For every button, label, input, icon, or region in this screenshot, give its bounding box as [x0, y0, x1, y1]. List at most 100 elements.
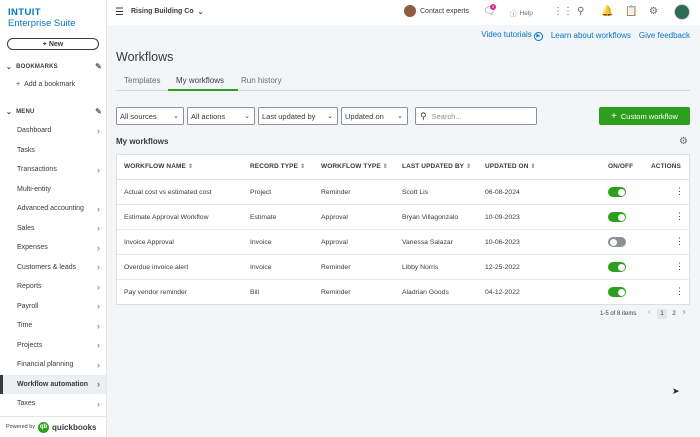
workflow-toggle[interactable]	[608, 212, 626, 222]
sidebar-item-label: Time	[17, 322, 33, 329]
col-workflow-name[interactable]: WORKFLOW NAME ⇕	[124, 163, 193, 170]
bookmarks-header[interactable]: ⌄ BOOKMARKS ✎	[6, 62, 102, 71]
play-icon: ▶	[533, 32, 543, 41]
cell-updated-on: 12-25-2022	[485, 264, 520, 271]
col-label: RECORD TYPE	[250, 163, 299, 170]
col-label: WORKFLOW NAME	[124, 163, 186, 170]
col-last-updated-by[interactable]: LAST UPDATED BY ⇕	[402, 163, 471, 170]
menu-header[interactable]: ⌄ MENU ✎	[6, 107, 102, 116]
sidebar-item-tasks[interactable]: Tasks	[0, 141, 106, 160]
sidebar-item-label: Payroll	[17, 302, 39, 310]
contact-experts-button[interactable]: Contact experts	[404, 5, 469, 17]
sidebar-item-taxes[interactable]: Taxes ›	[0, 394, 106, 413]
sidebar-item-advanced-accounting[interactable]: Advanced accounting ›	[0, 199, 106, 218]
col-workflow-type[interactable]: WORKFLOW TYPE ⇕	[321, 163, 388, 170]
help-icon: ⓘ	[510, 11, 517, 18]
search-input[interactable]	[431, 111, 527, 121]
video-tutorials-label: Video tutorials	[481, 30, 532, 39]
filter-sources-value: All sources	[120, 111, 157, 121]
menu-icon[interactable]: ☰	[115, 7, 124, 18]
search-icon[interactable]: ⚲	[577, 6, 584, 17]
sort-icon: ⇕	[300, 164, 306, 170]
sidebar-item-workflow-automation[interactable]: Workflow automation ›	[0, 374, 106, 394]
workflow-toggle[interactable]	[608, 187, 626, 197]
kebab-icon[interactable]: ⋮	[675, 286, 684, 297]
cell-updated-on: 10-09-2023	[485, 214, 520, 221]
sidebar-item-label: Financial planning	[17, 361, 74, 368]
custom-workflow-button[interactable]: + Custom workflow	[599, 107, 690, 125]
tab-run-history[interactable]: Run history	[241, 76, 281, 85]
table-row[interactable]: Actual cost vs estimated cost Project Remi…	[117, 180, 689, 205]
workflow-toggle[interactable]	[608, 237, 626, 247]
kebab-icon[interactable]: ⋮	[675, 211, 684, 222]
workflow-toggle[interactable]	[608, 287, 626, 297]
company-name: Rising Building Co	[131, 8, 194, 15]
gear-icon[interactable]: ⚙	[649, 6, 658, 17]
powered-by: Powered by qb quickbooks	[0, 416, 106, 437]
plus-icon: +	[611, 110, 617, 122]
add-bookmark-label: Add a bookmark	[24, 81, 76, 88]
sort-icon: ⇕	[382, 164, 388, 170]
new-button[interactable]: + New	[7, 38, 99, 50]
table-row[interactable]: Invoice Approval Invoice Approval Vanessa S…	[117, 230, 689, 255]
company-switcher[interactable]: Rising Building Co ⌄	[131, 8, 203, 16]
sidebar-item-time[interactable]: Time ›	[0, 316, 106, 335]
kebab-icon[interactable]: ⋮	[675, 186, 684, 197]
chevron-right-icon: ›	[97, 164, 100, 175]
add-bookmark[interactable]: + Add a bookmark	[16, 81, 75, 88]
sidebar-item-multi-entity[interactable]: Multi-entity	[0, 180, 106, 199]
sidebar-item-payroll[interactable]: Payroll ›	[0, 297, 106, 316]
clipboard-icon[interactable]: 📋	[625, 6, 637, 17]
cell-workflow-type: Approval	[321, 239, 348, 246]
sidebar-item-projects[interactable]: Projects ›	[0, 336, 106, 355]
learn-about-workflows-link[interactable]: Learn about workflows	[551, 31, 631, 40]
chevron-down-icon: ⌄	[6, 108, 13, 116]
header-links: Video tutorials ▶ Learn about workflows G…	[481, 30, 690, 41]
prev-page-icon[interactable]: ‹	[648, 309, 650, 316]
next-page-icon[interactable]: ›	[683, 309, 685, 316]
chevron-right-icon: ›	[97, 398, 100, 409]
sidebar-item-customers-leads[interactable]: Customers & leads ›	[0, 258, 106, 277]
tab-templates[interactable]: Templates	[124, 76, 160, 85]
brand-logo[interactable]: INTUIT Enterprise Suite	[8, 7, 76, 29]
filter-sources[interactable]: All sources ⌄	[116, 107, 184, 125]
kebab-icon[interactable]: ⋮	[675, 261, 684, 272]
filter-actions-value: All actions	[191, 111, 226, 121]
chevron-down-icon: ⌄	[327, 113, 333, 120]
bell-icon[interactable]: 🔔	[601, 6, 613, 17]
sidebar-item-dashboard[interactable]: Dashboard ›	[0, 121, 106, 140]
pencil-icon[interactable]: ✎	[95, 62, 102, 71]
sidebar-item-sales[interactable]: Sales ›	[0, 219, 106, 238]
sidebar-item-reports[interactable]: Reports ›	[0, 277, 106, 296]
sidebar-item-expenses[interactable]: Expenses ›	[0, 238, 106, 257]
sidebar-item-financial-planning[interactable]: Financial planning ›	[0, 355, 106, 374]
filter-last-updated-by[interactable]: Last updated by ⌄	[258, 107, 338, 125]
user-avatar[interactable]	[674, 4, 690, 20]
page-1-button[interactable]: 1	[657, 309, 667, 319]
sidebar-item-label: Taxes	[17, 400, 36, 407]
table-row[interactable]: Overdue invoice alert Invoice Reminder Libb…	[117, 255, 689, 280]
col-on-off: ON/OFF	[608, 163, 634, 170]
filter-actions[interactable]: All actions ⌄	[187, 107, 255, 125]
cell-workflow-type: Reminder	[321, 289, 351, 296]
table-row[interactable]: Pay vendor reminder Bill Reminder Aladrian …	[117, 280, 689, 305]
col-updated-on[interactable]: UPDATED ON ⇕	[485, 163, 536, 170]
gear-icon[interactable]: ⚙	[679, 136, 688, 147]
tab-my-workflows[interactable]: My workflows	[176, 76, 224, 85]
page-2-button[interactable]: 2	[669, 309, 679, 319]
video-tutorials-link[interactable]: Video tutorials ▶	[481, 30, 543, 41]
workflow-toggle[interactable]	[608, 262, 626, 272]
cell-workflow-type: Approval	[321, 214, 348, 221]
help-button[interactable]: ⓘ Help	[510, 8, 533, 19]
pencil-icon[interactable]: ✎	[95, 107, 102, 116]
give-feedback-link[interactable]: Give feedback	[639, 31, 690, 40]
kebab-icon[interactable]: ⋮	[675, 236, 684, 247]
col-record-type[interactable]: RECORD TYPE ⇕	[250, 163, 305, 170]
filter-updated-on[interactable]: Updated on ⌄	[341, 107, 408, 125]
table-row[interactable]: Estimate Approval Workflow Estimate Approv…	[117, 205, 689, 230]
apps-icon[interactable]: ⋮⋮	[553, 6, 573, 17]
sidebar-item-transactions[interactable]: Transactions ›	[0, 160, 106, 179]
search-box[interactable]: ⚲	[415, 107, 537, 125]
cell-record-type: Bill	[250, 289, 260, 296]
sidebar-item-label: Dashboard	[17, 127, 52, 134]
